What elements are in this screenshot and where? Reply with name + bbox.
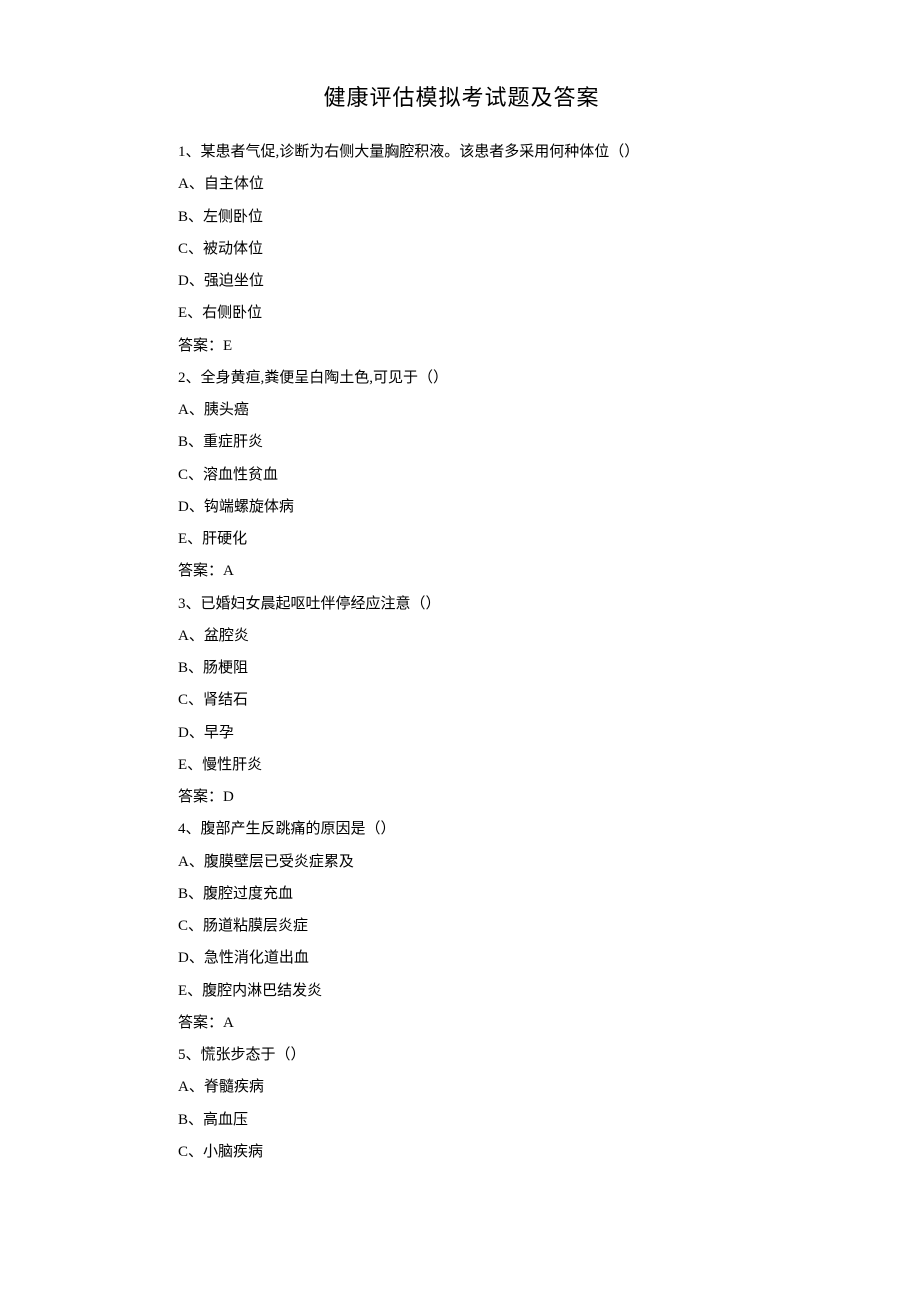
question-stem: 1、某患者气促,诊断为右侧大量胸腔积液。该患者多采用何种体位（） (178, 136, 745, 168)
question-option: B、高血压 (178, 1104, 745, 1136)
question-option: C、溶血性贫血 (178, 459, 745, 491)
answer-label: 答案： (178, 563, 223, 579)
question-answer: 答案：D (178, 781, 745, 813)
question-option: D、强迫坐位 (178, 265, 745, 297)
answer-value: E (223, 338, 232, 354)
question-option: B、肠梗阻 (178, 652, 745, 684)
document-title: 健康评估模拟考试题及答案 (178, 80, 745, 112)
document-page: 健康评估模拟考试题及答案 1、某患者气促,诊断为右侧大量胸腔积液。该患者多采用何… (0, 0, 920, 1208)
question-option: A、盆腔炎 (178, 620, 745, 652)
question-option: C、被动体位 (178, 233, 745, 265)
question-option: D、急性消化道出血 (178, 942, 745, 974)
question-stem: 5、慌张步态于（） (178, 1039, 745, 1071)
answer-label: 答案： (178, 789, 223, 805)
question-option: E、慢性肝炎 (178, 749, 745, 781)
answer-label: 答案： (178, 338, 223, 354)
question-option: A、腹膜壁层已受炎症累及 (178, 846, 745, 878)
question-option: C、肠道粘膜层炎症 (178, 910, 745, 942)
question-option: A、自主体位 (178, 168, 745, 200)
question-option: B、重症肝炎 (178, 426, 745, 458)
question-stem: 4、腹部产生反跳痛的原因是（） (178, 813, 745, 845)
question-option: C、小脑疾病 (178, 1136, 745, 1168)
answer-value: A (223, 563, 234, 579)
question-answer: 答案：E (178, 330, 745, 362)
question-option: A、脊髓疾病 (178, 1071, 745, 1103)
question-stem: 2、全身黄疸,粪便呈白陶土色,可见于（） (178, 362, 745, 394)
question-option: E、肝硬化 (178, 523, 745, 555)
answer-value: D (223, 789, 234, 805)
question-answer: 答案：A (178, 1007, 745, 1039)
document-body: 1、某患者气促,诊断为右侧大量胸腔积液。该患者多采用何种体位（）A、自主体位B、… (178, 136, 745, 1168)
question-option: B、腹腔过度充血 (178, 878, 745, 910)
question-stem: 3、已婚妇女晨起呕吐伴停经应注意（） (178, 588, 745, 620)
question-option: D、钩端螺旋体病 (178, 491, 745, 523)
question-option: D、早孕 (178, 717, 745, 749)
question-option: E、右侧卧位 (178, 297, 745, 329)
question-option: A、胰头癌 (178, 394, 745, 426)
answer-label: 答案： (178, 1015, 223, 1031)
question-option: B、左侧卧位 (178, 201, 745, 233)
answer-value: A (223, 1015, 234, 1031)
question-option: C、肾结石 (178, 684, 745, 716)
question-option: E、腹腔内淋巴结发炎 (178, 975, 745, 1007)
question-answer: 答案：A (178, 555, 745, 587)
